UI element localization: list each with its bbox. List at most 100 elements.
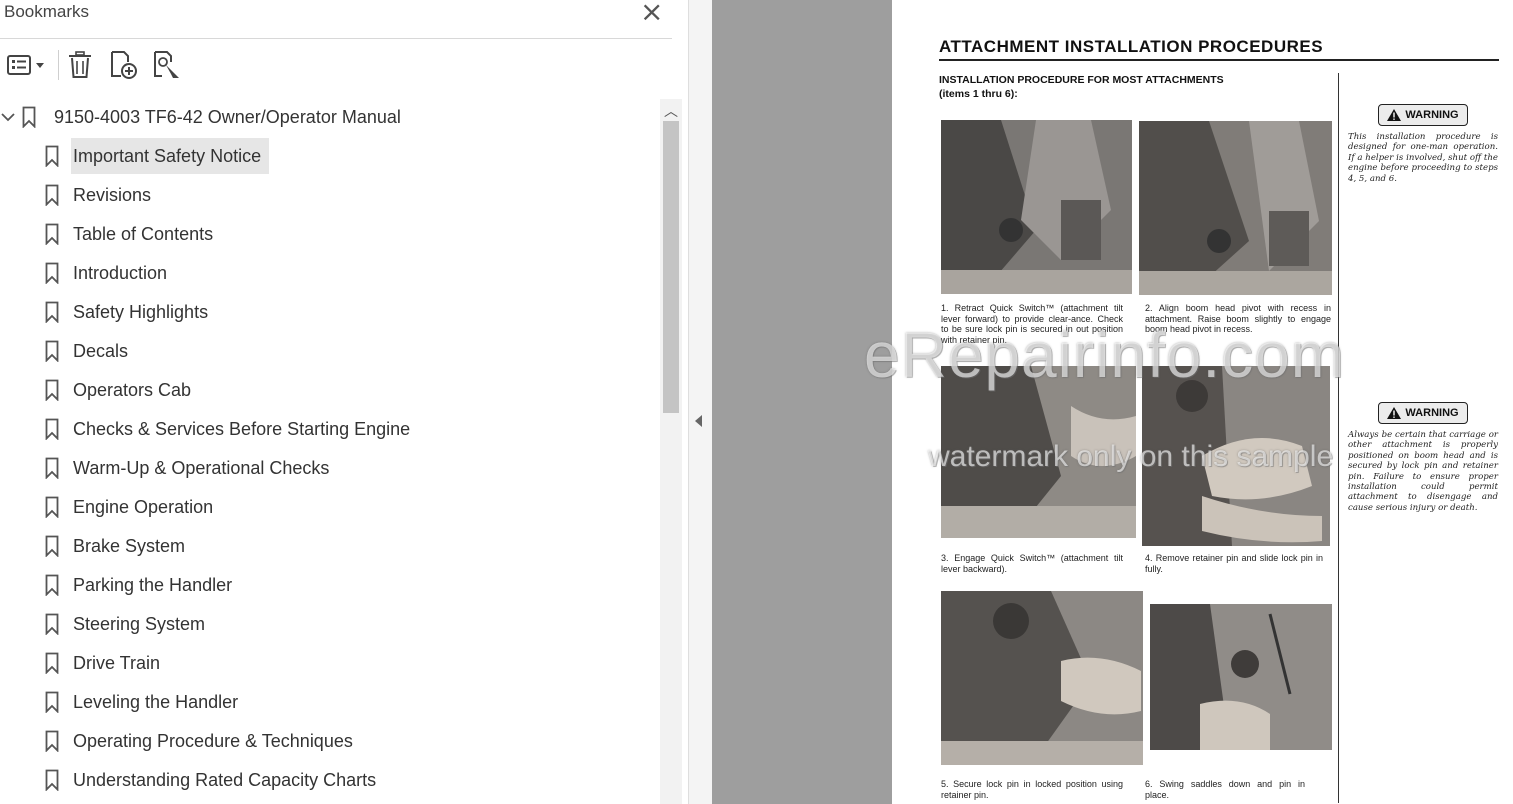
step-caption: 4. Remove retainer pin and slide lock pi… [1145,553,1323,574]
bookmark-icon [45,262,59,284]
step-photo [1139,121,1332,295]
step-caption: 2. Align boom head pivot with recess in … [1145,303,1331,335]
step-caption: 3. Engage Quick Switch™ (attachment tilt… [941,553,1123,574]
step-photo [1142,366,1330,546]
bookmark-icon [45,145,59,167]
bookmark-label: Decals [73,341,129,361]
subheading-line: INSTALLATION PROCEDURE FOR MOST ATTACHME… [939,74,1224,86]
document-page: ATTACHMENT INSTALLATION PROCEDURES INSTA… [892,0,1513,804]
step-number: 1. [941,303,949,313]
scroll-up-icon[interactable]: ︿ [664,101,678,121]
bookmark-label: Operating Procedure & Techniques [73,731,353,751]
bookmark-icon [45,379,59,401]
bookmark-label: Steering System [73,614,206,634]
toolbar-separator [58,50,59,80]
bookmark-label: Introduction [73,263,168,283]
bookmark-item[interactable]: Steering System [0,606,660,642]
warning-triangle-icon [1387,407,1402,419]
close-panel-button[interactable]: × [640,0,663,26]
warning-text: Always be certain that carriage or other… [1348,430,1498,513]
bookmark-item[interactable]: Leveling the Handler [0,684,660,720]
step-number: 2. [1145,303,1153,313]
warning-text: This installation procedure is designed … [1348,132,1498,184]
bookmark-item[interactable]: Brake System [0,528,660,564]
bookmark-item[interactable]: Operating Procedure & Techniques [0,723,660,759]
bookmark-item[interactable]: Checks & Services Before Starting Engine [0,411,660,447]
step-photo [941,120,1132,294]
vertical-scrollbar[interactable]: ︿ [660,99,682,804]
step-caption: 6. Swing saddles down and pin in place. [1145,779,1305,800]
bookmark-item[interactable]: Understanding Rated Capacity Charts [0,762,660,798]
bookmark-icon [45,418,59,440]
chevron-down-icon[interactable] [0,109,16,125]
bookmark-label: Understanding Rated Capacity Charts [73,770,377,790]
bookmark-label: Revisions [73,185,152,205]
step-photo [941,366,1136,538]
step-caption: 5. Secure lock pin in locked position us… [941,779,1123,800]
warning-label: WARNING [1405,407,1459,419]
bookmark-item[interactable]: Revisions [0,177,660,213]
panel-splitter[interactable] [688,0,713,804]
bookmark-icon [45,691,59,713]
bookmark-options-icon[interactable] [2,48,48,82]
title-rule [939,59,1499,61]
bookmark-item[interactable]: Important Safety Notice [0,138,660,174]
step-text: Align boom head pivot with recess in att… [1145,303,1331,334]
step-text: Secure lock pin in locked position using… [941,779,1123,800]
bookmark-label: Drive Train [73,653,161,673]
delete-bookmark-icon[interactable] [63,48,97,82]
step-number: 6. [1145,779,1153,789]
bookmark-icon [45,652,59,674]
bookmark-label: Brake System [73,536,186,556]
bookmark-item[interactable]: Parking the Handler [0,567,660,603]
step-text: Engage Quick Switch™ (attachment tilt le… [941,553,1123,574]
bookmark-icon [45,301,59,323]
bookmark-icon [45,184,59,206]
column-rule [1338,73,1339,803]
step-number: 4. [1145,553,1153,563]
step-photo [1150,604,1332,750]
document-gutter [712,0,892,804]
warning-badge: WARNING [1378,104,1468,126]
document-title: ATTACHMENT INSTALLATION PROCEDURES [939,37,1324,56]
find-bookmark-icon[interactable] [149,48,183,82]
bookmark-label: 9150-4003 TF6-42 Owner/Operator Manual [54,107,401,127]
panel-divider [0,38,672,39]
bookmark-icon [45,223,59,245]
bookmark-label: Leveling the Handler [73,692,239,712]
bookmark-item[interactable]: Introduction [0,255,660,291]
section-subheading: INSTALLATION PROCEDURE FOR MOST ATTACHME… [939,73,1299,101]
step-text: Retract Quick Switch™ (attachment tilt l… [941,303,1123,345]
panel-title: Bookmarks [4,2,90,21]
bookmark-icon [45,574,59,596]
bookmark-item[interactable]: Operators Cab [0,372,660,408]
bookmark-label: Table of Contents [73,224,214,244]
warning-label: WARNING [1405,109,1459,121]
new-bookmark-icon[interactable] [106,48,140,82]
warning-triangle-icon [1387,109,1402,121]
bookmark-label: Engine Operation [73,497,214,517]
bookmark-item[interactable]: Warm-Up & Operational Checks [0,450,660,486]
warning-badge: WARNING [1378,402,1468,424]
bookmarks-panel: Bookmarks × 9150-4003 TF6-42 Owner/Opera… [0,0,688,804]
bookmark-item[interactable]: Decals [0,333,660,369]
bookmark-label: Operators Cab [73,380,192,400]
bookmark-icon [45,340,59,362]
bookmark-item[interactable]: Engine Operation [0,489,660,525]
bookmark-label: Checks & Services Before Starting Engine [73,419,411,439]
bookmark-root[interactable]: 9150-4003 TF6-42 Owner/Operator Manual [0,99,660,135]
bookmark-item[interactable]: Table of Contents [0,216,660,252]
bookmark-label: Parking the Handler [73,575,233,595]
bookmark-tree: 9150-4003 TF6-42 Owner/Operator Manual I… [0,99,660,804]
subheading-line: (items 1 thru 6): [939,88,1018,100]
bookmark-icon [45,730,59,752]
scroll-thumb[interactable] [663,121,679,413]
bookmark-icon [45,613,59,635]
collapse-panel-icon[interactable] [695,415,702,427]
step-text: Swing saddles down and pin in place. [1145,779,1305,800]
step-text: Remove retainer pin and slide lock pin i… [1145,553,1323,574]
step-caption: 1. Retract Quick Switch™ (attachment til… [941,303,1123,345]
bookmark-item[interactable]: Drive Train [0,645,660,681]
bookmark-label: Important Safety Notice [71,138,270,174]
bookmark-item[interactable]: Safety Highlights [0,294,660,330]
